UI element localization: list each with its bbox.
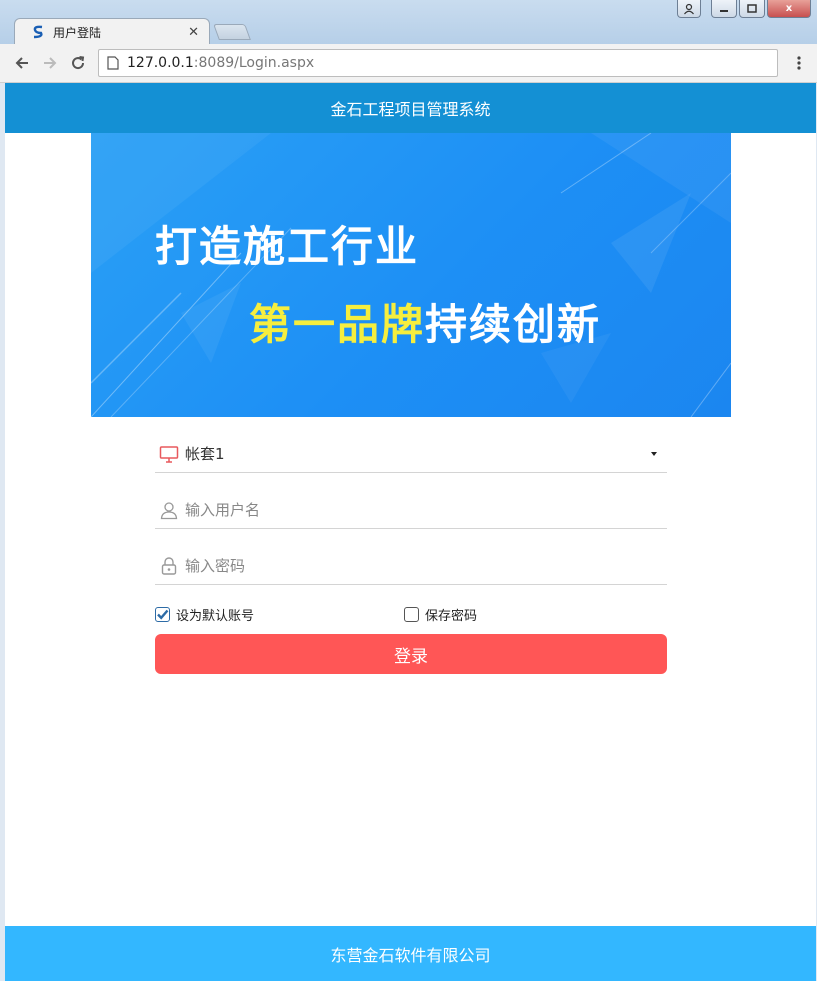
browser-tab[interactable]: 用户登陆 ✕ — [14, 18, 210, 45]
url-host: 127.0.0.1 — [127, 55, 194, 71]
minimize-button[interactable] — [711, 0, 737, 18]
user-profile-button[interactable] — [677, 0, 701, 18]
reload-icon — [72, 56, 85, 70]
browser-toolbar: 127.0.0.1:8089/Login.aspx — [0, 44, 817, 83]
url-path: :8089/Login.aspx — [193, 55, 315, 71]
close-icon: x — [785, 3, 793, 14]
banner-highlight: 第一品牌 — [249, 300, 426, 349]
chevron-down-icon — [651, 452, 657, 456]
back-button[interactable] — [8, 49, 36, 77]
password-input[interactable] — [185, 556, 667, 575]
account-set-value: 帐套1 — [185, 445, 225, 463]
window-controls: x — [677, 0, 811, 18]
default-account-label: 设为默认账号 — [176, 608, 255, 624]
tab-close-icon[interactable]: ✕ — [188, 25, 199, 40]
user-icon — [160, 501, 178, 519]
account-set-select[interactable]: 帐套1 — [155, 435, 667, 473]
promo-banner: 打造施工行业 第一品牌持续创新 — [91, 133, 731, 417]
default-account-checkbox[interactable] — [155, 606, 170, 622]
kebab-menu-icon — [797, 56, 801, 70]
login-page: 金石工程项目管理系统 打造施工行业 第一品牌持续创新 帐套1 输入用户名 设为默… — [5, 83, 816, 981]
arrow-left-icon — [15, 57, 28, 69]
tab-title: 用户登陆 — [53, 25, 102, 40]
person-icon — [684, 3, 694, 14]
forward-button[interactable] — [36, 49, 64, 77]
close-window-button[interactable]: x — [767, 0, 811, 18]
save-password-option[interactable]: 保存密码 — [404, 605, 477, 624]
arrow-right-icon — [44, 57, 57, 69]
login-button[interactable]: 登录 — [155, 634, 667, 674]
banner-slogan-rest: 持续创新 — [425, 300, 602, 349]
company-name: 东营金石软件有限公司 — [330, 945, 491, 965]
password-field — [155, 547, 667, 585]
maximize-icon — [747, 3, 757, 13]
default-account-option[interactable]: 设为默认账号 — [155, 605, 254, 624]
reload-button[interactable] — [64, 49, 92, 77]
minimize-icon — [720, 9, 728, 12]
maximize-button[interactable] — [739, 0, 765, 18]
new-tab-button[interactable] — [213, 24, 251, 40]
page-footer: 东营金石软件有限公司 — [5, 926, 816, 981]
banner-slogan-line2: 第一品牌持续创新 — [249, 291, 601, 352]
browser-title-bar: x 用户登陆 ✕ — [0, 0, 817, 45]
browser-menu-button[interactable] — [789, 49, 809, 77]
page-title: 金石工程项目管理系统 — [330, 100, 491, 119]
banner-decoration — [91, 133, 731, 417]
login-options: 设为默认账号 保存密码 — [155, 603, 667, 625]
address-bar[interactable]: 127.0.0.1:8089/Login.aspx — [98, 49, 778, 77]
site-favicon-icon — [33, 25, 43, 39]
save-password-checkbox[interactable] — [404, 606, 420, 622]
page-icon — [107, 56, 119, 70]
app-header: 金石工程项目管理系统 — [5, 83, 816, 133]
username-input[interactable] — [185, 500, 667, 519]
checkmark-icon — [157, 609, 169, 620]
banner-slogan-line1: 打造施工行业 — [155, 222, 420, 271]
monitor-icon — [159, 445, 179, 463]
save-password-label: 保存密码 — [425, 608, 478, 624]
username-field — [155, 491, 667, 529]
lock-icon — [161, 556, 177, 575]
login-form: 帐套1 设 — [155, 435, 667, 674]
